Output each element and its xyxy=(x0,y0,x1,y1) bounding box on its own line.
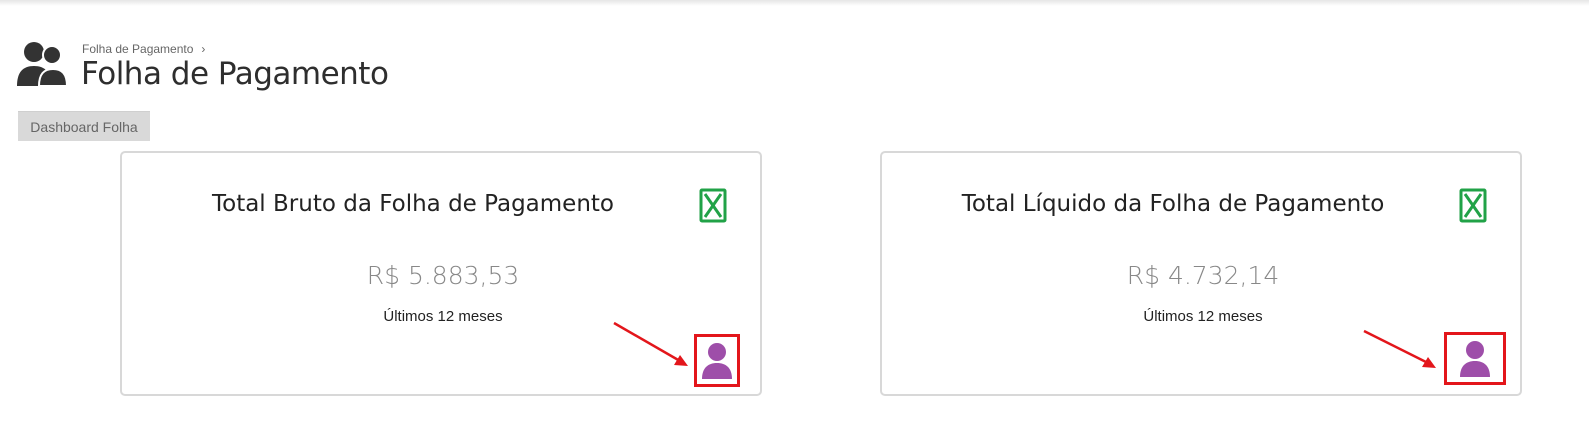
excel-icon[interactable] xyxy=(1459,188,1487,223)
card-total-liquido: Total Líquido da Folha de Pagamento R$ 4… xyxy=(880,151,1522,396)
chevron-right-icon: › xyxy=(201,42,206,56)
user-details-button[interactable] xyxy=(694,334,740,387)
red-arrow-annotation xyxy=(613,321,688,366)
card-value: R$ 5.883,53 xyxy=(366,261,520,290)
red-arrow-annotation xyxy=(1363,329,1436,368)
user-details-button[interactable] xyxy=(1444,332,1506,385)
tab-dashboard-folha[interactable]: Dashboard Folha xyxy=(18,111,150,141)
excel-icon[interactable] xyxy=(699,188,727,223)
top-bar-shadow xyxy=(0,0,1589,6)
card-value: R$ 4.732,14 xyxy=(1126,261,1280,290)
page-title: Folha de Pagamento xyxy=(81,56,389,92)
card-title: Total Líquido da Folha de Pagamento xyxy=(961,191,1385,217)
user-icon xyxy=(702,342,732,379)
users-icon xyxy=(17,42,69,86)
user-icon xyxy=(1460,340,1490,377)
card-total-bruto: Total Bruto da Folha de Pagamento R$ 5.8… xyxy=(120,151,762,396)
card-subtitle: Últimos 12 meses xyxy=(383,308,503,325)
breadcrumb-item-folha[interactable]: Folha de Pagamento xyxy=(82,42,193,56)
card-subtitle: Últimos 12 meses xyxy=(1143,308,1263,325)
card-title: Total Bruto da Folha de Pagamento xyxy=(211,191,614,217)
breadcrumb: Folha de Pagamento › xyxy=(82,42,205,56)
